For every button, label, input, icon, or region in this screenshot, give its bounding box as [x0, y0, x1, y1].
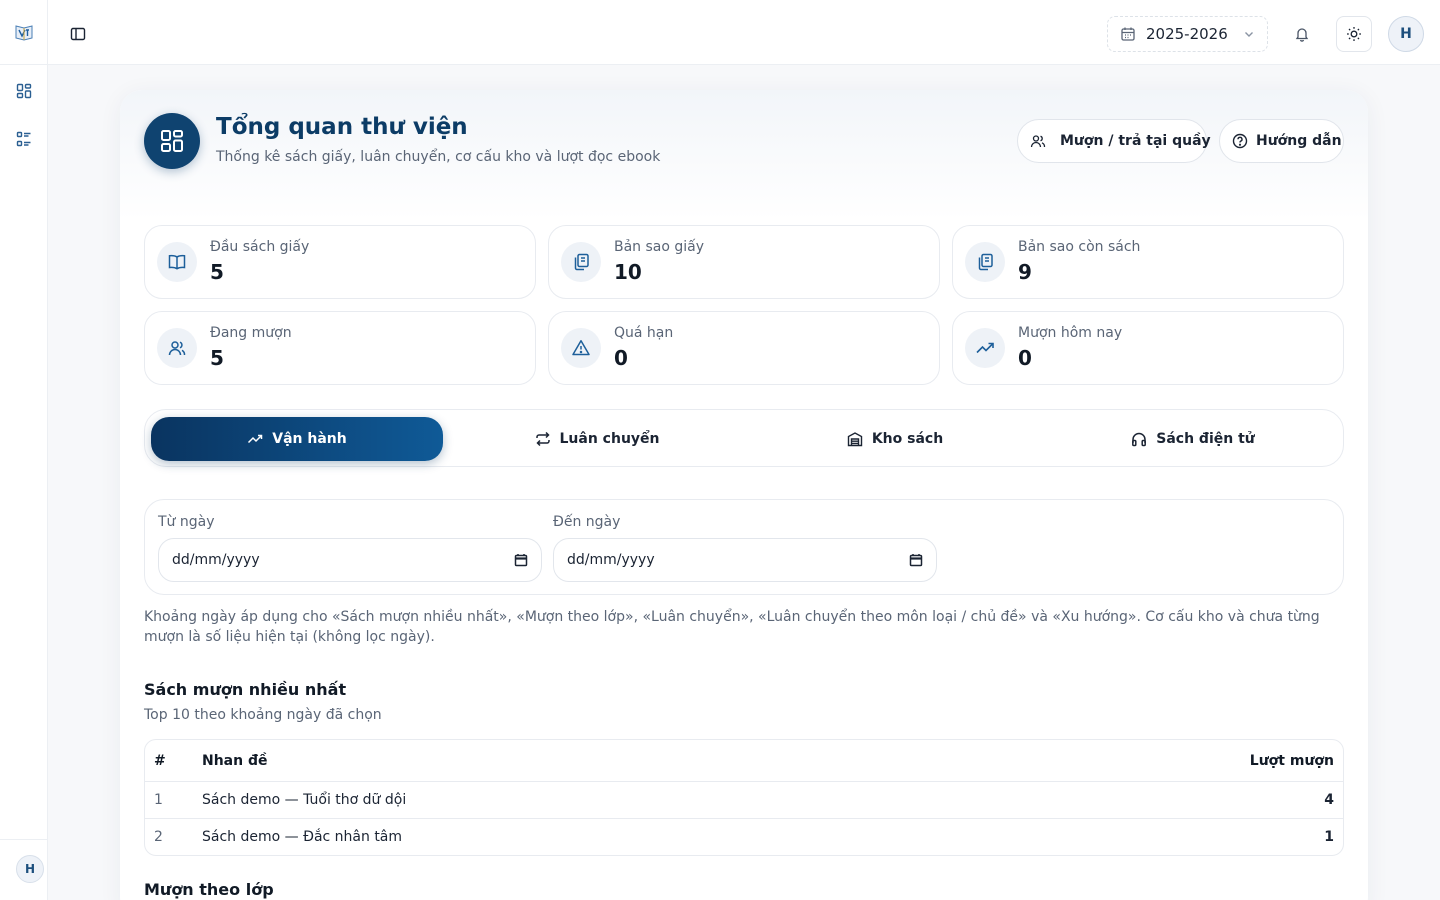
tab-operations[interactable]: Vận hành: [151, 417, 443, 461]
tab-label: Vận hành: [272, 431, 347, 447]
headphones-icon: [1131, 431, 1147, 447]
section-title: Mượn theo lớp: [144, 880, 274, 899]
guide-label: Hướng dẫn: [1256, 133, 1342, 149]
section-title: Sách mượn nhiều nhất: [144, 680, 347, 699]
stat-card-available: Bản sao còn sách 9: [952, 225, 1344, 299]
stat-label: Bản sao giấy: [614, 239, 705, 255]
date-filter-panel: Từ ngày dd/mm/yyyy Đến ngày dd/mm/yyyy: [144, 499, 1344, 595]
table-row[interactable]: 1 Sách demo — Tuổi thơ dữ dội 4: [145, 781, 1343, 818]
sun-icon: [1346, 26, 1362, 42]
user-avatar[interactable]: H: [16, 855, 44, 883]
app-logo-icon[interactable]: [13, 22, 35, 42]
left-rail: H: [0, 0, 48, 900]
tab-circulation[interactable]: Luân chuyển: [451, 417, 743, 461]
column-header: #: [154, 752, 166, 769]
stat-label: Quá hạn: [614, 325, 674, 341]
book-open-icon: [157, 242, 197, 282]
section-subtitle: Top 10 theo khoảng ngày đã chọn: [144, 707, 382, 723]
tab-label: Kho sách: [871, 431, 944, 447]
borrow-return-label: Mượn / trả tại quầy: [1060, 133, 1211, 149]
stat-card-today: Mượn hôm nay 0: [952, 311, 1344, 385]
dashboard-nav-icon[interactable]: [13, 80, 35, 102]
from-date-input[interactable]: dd/mm/yyyy: [158, 538, 542, 582]
stat-value: 0: [614, 346, 628, 370]
date-filter-note: Khoảng ngày áp dụng cho «Sách mượn nhiều…: [144, 609, 1320, 645]
row-count: 1: [1324, 829, 1334, 845]
rail-divider: [0, 839, 48, 840]
warehouse-icon: [847, 431, 863, 447]
stat-label: Bản sao còn sách: [1018, 239, 1141, 255]
trending-up-icon: [247, 431, 263, 447]
calendar-icon: [1120, 26, 1136, 42]
school-year-value: 2025-2026: [1146, 25, 1228, 43]
to-date-input[interactable]: dd/mm/yyyy: [553, 538, 937, 582]
row-rank: 1: [154, 792, 163, 808]
warning-icon: [561, 328, 601, 368]
dashboard-header-icon: [144, 113, 200, 169]
section-tabs: Vận hành Luân chuyển Kho sách Sách điện …: [144, 409, 1344, 467]
stat-value: 9: [1018, 260, 1032, 284]
stat-card-titles: Đầu sách giấy 5: [144, 225, 536, 299]
top-books-table: # Nhan đề Lượt mượn 1 Sách demo — Tuổi t…: [144, 739, 1344, 856]
stat-card-copies: Bản sao giấy 10: [548, 225, 940, 299]
from-date-label: Từ ngày: [158, 514, 215, 530]
from-date-value: dd/mm/yyyy: [172, 552, 260, 568]
column-header: Lượt mượn: [1249, 752, 1334, 769]
calendar-icon[interactable]: [514, 553, 528, 567]
stat-label: Mượn hôm nay: [1018, 325, 1123, 341]
stat-value: 0: [1018, 346, 1032, 370]
table-header-row: # Nhan đề Lượt mượn: [145, 740, 1343, 781]
tab-ebooks[interactable]: Sách điện tử: [1047, 417, 1339, 461]
stat-label: Đầu sách giấy: [210, 239, 310, 255]
users-icon: [1030, 133, 1046, 149]
tab-inventory[interactable]: Kho sách: [749, 417, 1041, 461]
repeat-icon: [535, 431, 551, 447]
to-date-label: Đến ngày: [553, 514, 621, 530]
stat-value: 5: [210, 260, 224, 284]
table-row[interactable]: 2 Sách demo — Đắc nhân tâm 1: [145, 818, 1343, 855]
school-year-select[interactable]: 2025-2026: [1107, 16, 1268, 52]
tab-label: Sách điện tử: [1156, 431, 1255, 447]
calendar-icon[interactable]: [909, 553, 923, 567]
borrow-return-button[interactable]: Mượn / trả tại quầy: [1017, 119, 1211, 163]
row-title: Sách demo — Tuổi thơ dữ dội: [202, 792, 407, 808]
copies-icon: [965, 242, 1005, 282]
stat-value: 5: [210, 346, 224, 370]
trending-up-icon: [965, 328, 1005, 368]
dashboard-card: Tổng quan thư viện Thống kê sách giấy, l…: [120, 90, 1368, 900]
theme-toggle-button[interactable]: [1336, 16, 1372, 52]
tab-label: Luân chuyển: [559, 431, 660, 447]
top-bar: 2025-2026 H: [48, 0, 1440, 65]
guide-button[interactable]: Hướng dẫn: [1219, 119, 1344, 163]
stat-label: Đang mượn: [210, 325, 292, 341]
user-avatar[interactable]: H: [1388, 16, 1424, 52]
row-title: Sách demo — Đắc nhân tâm: [202, 829, 403, 845]
page-subtitle: Thống kê sách giấy, luân chuyển, cơ cấu …: [216, 149, 661, 165]
users-icon: [157, 328, 197, 368]
help-circle-icon: [1232, 133, 1248, 149]
chevron-down-icon: [1243, 28, 1255, 40]
stat-card-borrowing: Đang mượn 5: [144, 311, 536, 385]
rail-divider: [0, 64, 48, 65]
list-nav-icon[interactable]: [13, 128, 35, 150]
stat-value: 10: [614, 260, 642, 284]
bell-icon[interactable]: [1291, 23, 1313, 45]
row-count: 4: [1324, 792, 1334, 808]
column-header: Nhan đề: [202, 752, 268, 769]
row-rank: 2: [154, 829, 163, 845]
sidebar-toggle-icon[interactable]: [67, 23, 89, 45]
to-date-value: dd/mm/yyyy: [567, 552, 655, 568]
copies-icon: [561, 242, 601, 282]
page-title: Tổng quan thư viện: [216, 114, 468, 140]
stat-card-overdue: Quá hạn 0: [548, 311, 940, 385]
